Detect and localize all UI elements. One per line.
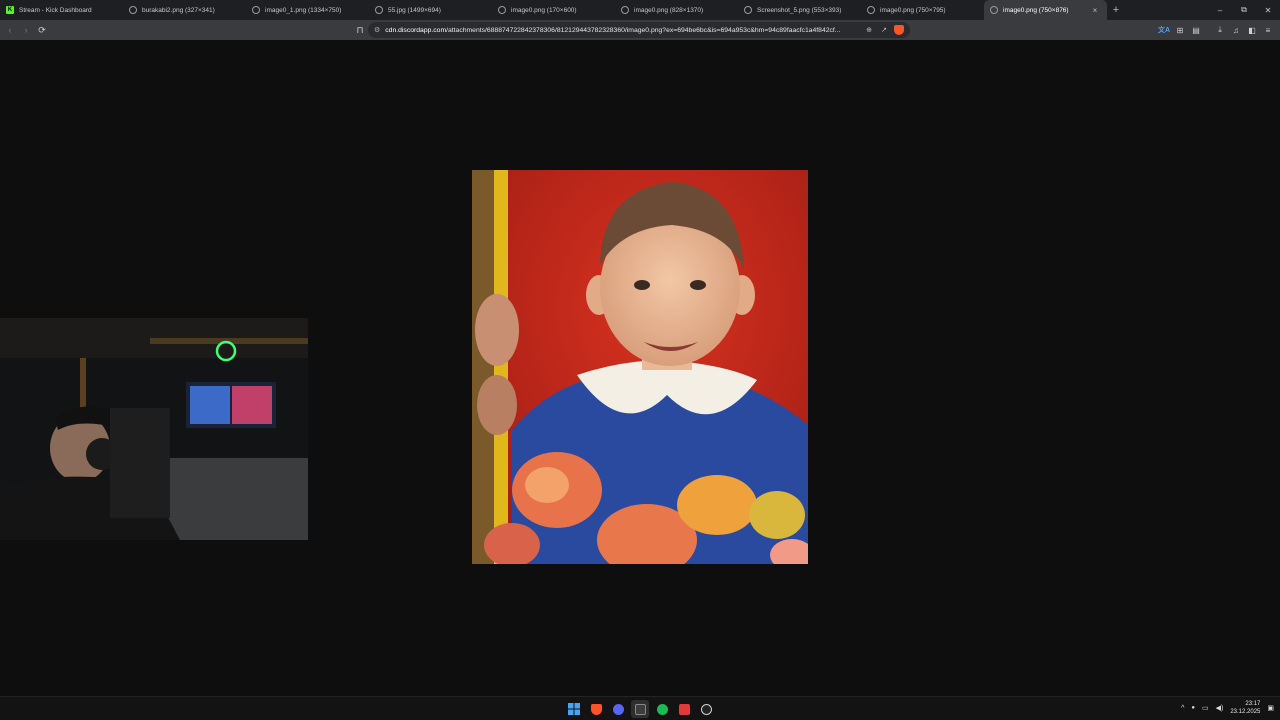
- url-path: /attachments/688874722842378306/81212944…: [446, 26, 841, 34]
- brave-taskbar-button[interactable]: [587, 700, 605, 718]
- terminal-taskbar-button[interactable]: [631, 700, 649, 718]
- tab-strip: K Stream - Kick Dashboard burakabi2.png …: [0, 0, 1280, 20]
- calendar-icon: [678, 703, 690, 715]
- zoom-icon[interactable]: ⊕: [864, 26, 874, 34]
- url-text[interactable]: cdn.discordapp.com/attachments/688874722…: [385, 27, 859, 34]
- brave-lion-icon: [590, 703, 602, 715]
- tab-label: burakabi2.png (327×341): [142, 6, 215, 14]
- notifications-icon[interactable]: ▣: [1267, 704, 1274, 712]
- reading-list-icon[interactable]: ▤: [1188, 22, 1204, 38]
- globe-icon: [129, 6, 137, 14]
- windows-logo-icon: [568, 703, 580, 715]
- volume-icon[interactable]: ◀): [1216, 704, 1224, 712]
- globe-icon: [621, 6, 629, 14]
- page-viewport: [0, 40, 1280, 696]
- tab-label: 55.jpg (1499×694): [388, 6, 441, 14]
- close-icon[interactable]: ✕: [1256, 6, 1280, 15]
- spotify-taskbar-button[interactable]: [653, 700, 671, 718]
- tab-burakabi2[interactable]: burakabi2.png (327×341): [123, 0, 246, 20]
- clock-date: 23.12.2025: [1230, 709, 1261, 715]
- obs-taskbar-button[interactable]: [697, 700, 715, 718]
- tray-chevron-icon[interactable]: ^: [1181, 705, 1184, 712]
- sidebar-icon[interactable]: ◧: [1244, 22, 1260, 38]
- globe-icon: [990, 6, 998, 14]
- terminal-icon: [634, 703, 646, 715]
- site-settings-icon[interactable]: ⚙: [374, 26, 380, 34]
- window-controls: – ⧉ ✕: [1208, 0, 1280, 20]
- tab-screenshot-5[interactable]: Screenshot_5.png (553×393): [738, 0, 861, 20]
- windows-taskbar: ^ ● ▭ ◀) 23:17 23.12.2025 ▣: [0, 696, 1280, 720]
- share-icon[interactable]: ↗: [879, 26, 889, 34]
- extensions-icon[interactable]: ⊞: [1172, 22, 1188, 38]
- obs-icon: [700, 703, 712, 715]
- taskbar-apps: [565, 700, 715, 718]
- clock[interactable]: 23:17 23.12.2025: [1230, 700, 1260, 716]
- nav-buttons: ‹ › ⟳: [0, 22, 50, 38]
- discord-taskbar-button[interactable]: [609, 700, 627, 718]
- clock-time: 23:17: [1245, 701, 1261, 707]
- tab-55-jpg[interactable]: 55.jpg (1499×694): [369, 0, 492, 20]
- back-arrow-icon[interactable]: ‹: [2, 22, 18, 38]
- system-tray: ^ ● ▭ ◀) 23:17 23.12.2025 ▣: [1181, 700, 1274, 716]
- address-bar[interactable]: ⚙ cdn.discordapp.com/attachments/6888747…: [368, 22, 910, 38]
- globe-icon: [867, 6, 875, 14]
- reload-icon[interactable]: ⟳: [34, 22, 50, 38]
- webcam-feed: [0, 318, 308, 540]
- discord-icon: [612, 703, 624, 715]
- tab-image0-170[interactable]: image0.png (170×600): [492, 0, 615, 20]
- translate-icon[interactable]: 文A: [1156, 22, 1172, 38]
- toolbar-spacer: [1204, 22, 1212, 38]
- tab-close-icon[interactable]: ×: [1090, 6, 1100, 15]
- tab-image0-1[interactable]: image0_1.png (1334×750): [246, 0, 369, 20]
- brave-shield-icon[interactable]: [894, 25, 904, 35]
- microphone-icon[interactable]: ●: [1191, 705, 1195, 711]
- displayed-image[interactable]: [472, 170, 808, 564]
- globe-icon: [375, 6, 383, 14]
- tab-label: image0.png (828×1370): [634, 6, 704, 14]
- minimize-icon[interactable]: –: [1208, 6, 1232, 15]
- toolbar-right-tools: 文A ⊞ ▤ ⤓ ♫ ◧ ≡: [1156, 22, 1276, 38]
- tab-image0-828[interactable]: image0.png (828×1370): [615, 0, 738, 20]
- child-portrait-photo: [472, 170, 808, 564]
- tab-label: image0_1.png (1334×750): [265, 6, 342, 14]
- forward-arrow-icon[interactable]: ›: [18, 22, 34, 38]
- start-button[interactable]: [565, 700, 583, 718]
- tab-image0-750-876[interactable]: image0.png (750×876) ×: [984, 0, 1107, 20]
- menu-icon[interactable]: ≡: [1260, 22, 1276, 38]
- globe-icon: [252, 6, 260, 14]
- tab-label: image0.png (750×876): [1003, 6, 1069, 14]
- globe-icon: [744, 6, 752, 14]
- tab-label: Screenshot_5.png (553×393): [757, 6, 842, 14]
- globe-icon: [498, 6, 506, 14]
- tab-label: image0.png (170×600): [511, 6, 577, 14]
- tab-label: image0.png (750×795): [880, 6, 946, 14]
- network-icon[interactable]: ▭: [1202, 704, 1209, 712]
- browser-toolbar: ‹ › ⟳ ⊓ ⚙ cdn.discordapp.com/attachments…: [0, 20, 1280, 40]
- url-host: cdn.discordapp.com: [385, 26, 447, 34]
- tab-kick-dashboard[interactable]: K Stream - Kick Dashboard: [0, 0, 123, 20]
- kick-logo-icon: K: [6, 6, 14, 14]
- browser-window: K Stream - Kick Dashboard burakabi2.png …: [0, 0, 1280, 696]
- media-icon[interactable]: ♫: [1228, 22, 1244, 38]
- tab-image0-750-795[interactable]: image0.png (750×795): [861, 0, 984, 20]
- spotify-icon: [656, 703, 668, 715]
- tab-label: Stream - Kick Dashboard: [19, 6, 92, 14]
- bookmark-icon[interactable]: ⊓: [352, 22, 368, 38]
- download-icon[interactable]: ⤓: [1212, 22, 1228, 38]
- calendar-taskbar-button[interactable]: [675, 700, 693, 718]
- new-tab-button[interactable]: +: [1107, 0, 1125, 20]
- restore-icon[interactable]: ⧉: [1232, 5, 1256, 15]
- webcam-overlay: [0, 318, 308, 540]
